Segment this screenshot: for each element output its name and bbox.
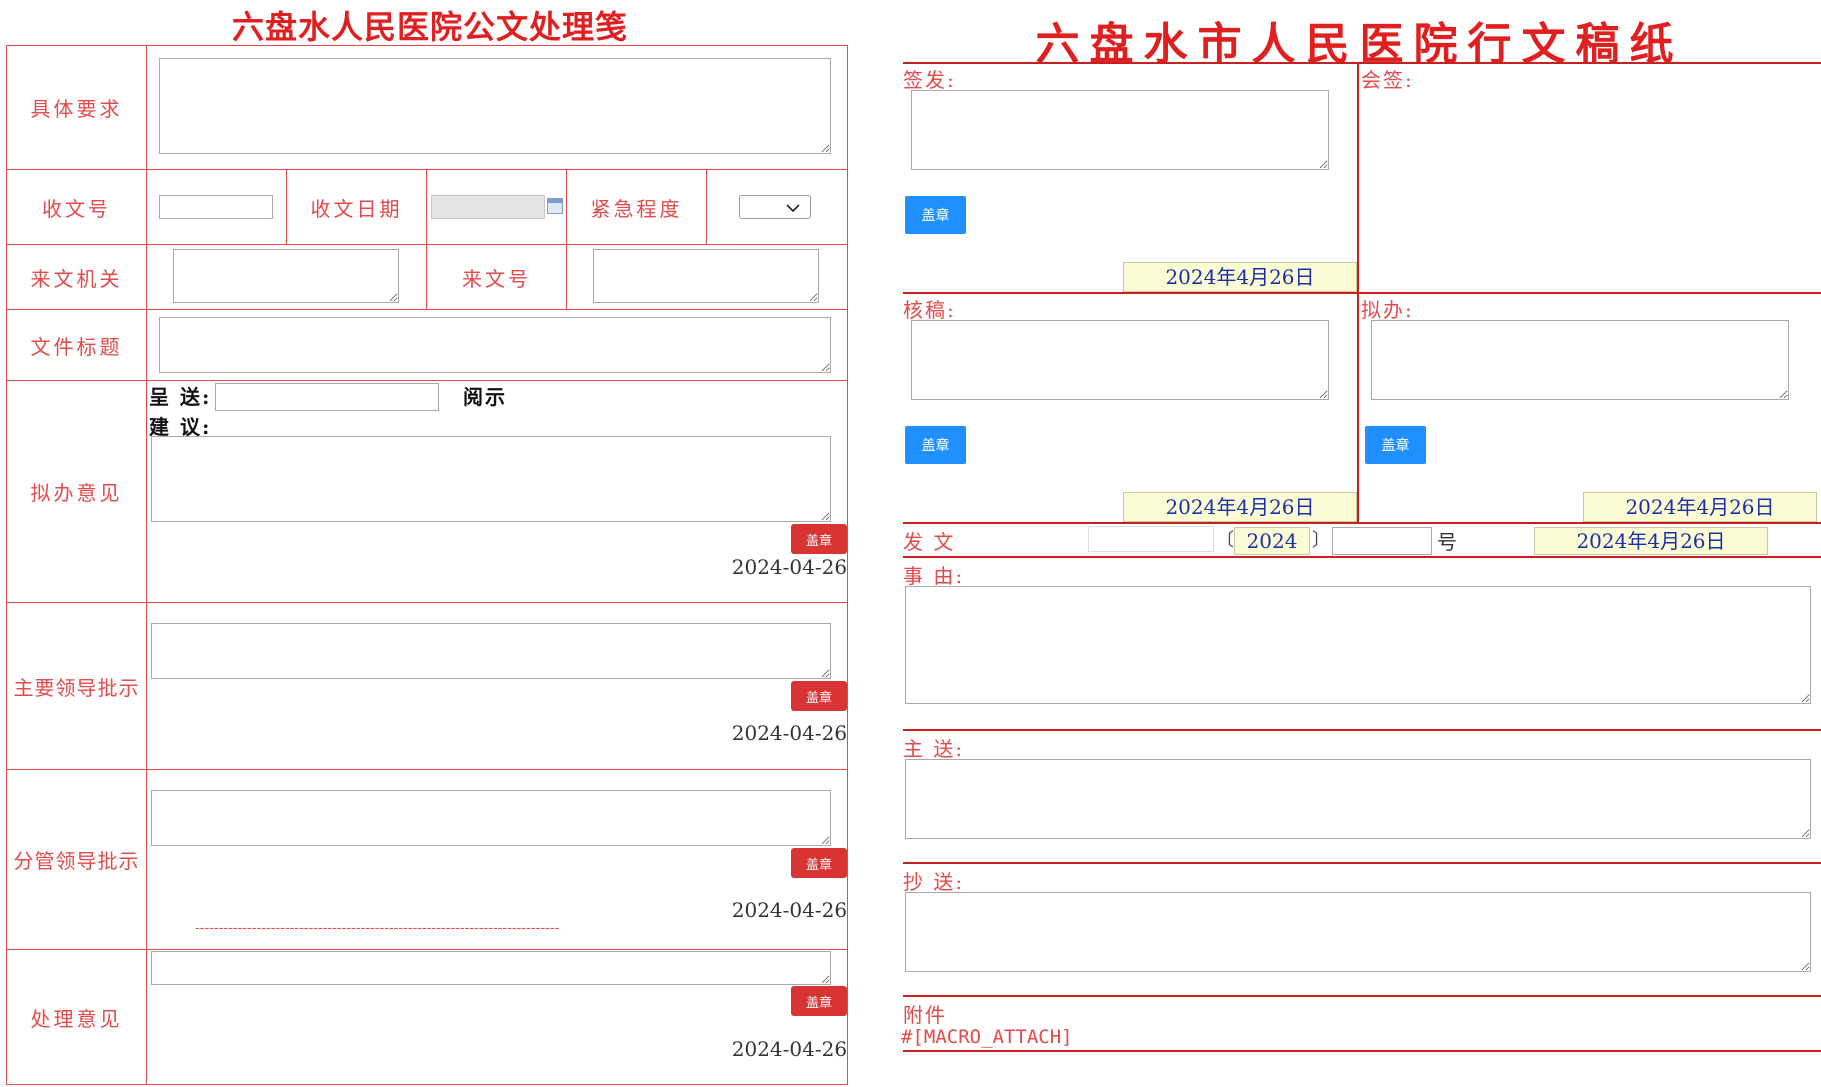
issue-number-input[interactable] (1332, 527, 1432, 555)
issue-prefix-input[interactable] (1088, 526, 1214, 552)
handling-date: 2024-04-26 (731, 1037, 848, 1061)
processing-table: 具体要求 收文号 收文日期 紧急程度 来文机关 来文号 文件标题 拟办意见 呈 … (6, 45, 849, 1085)
issue-year[interactable]: 2024 (1234, 527, 1310, 555)
stamp-button-branch-leader[interactable]: 盖章 (791, 848, 848, 878)
label-requirement: 具体要求 (6, 45, 147, 170)
stamp-button-review[interactable]: 盖章 (905, 426, 966, 464)
label-main-send: 主 送: (903, 737, 965, 761)
review-label: 阅示 (463, 385, 507, 409)
branch-leader-date: 2024-04-26 (731, 898, 848, 922)
rule-reason (903, 556, 1821, 558)
label-sign: 签发: (903, 68, 956, 92)
row-doc-title: 文件标题 (6, 309, 849, 381)
doc-no-textarea[interactable] (593, 249, 819, 303)
label-doc-no: 来文号 (426, 244, 567, 310)
proposal-date: 2024-04-26 (731, 555, 848, 579)
label-attach: 附件 (903, 1003, 947, 1027)
row-main-leader: 主要领导批示 盖章 2024-04-26 (6, 602, 849, 770)
draft-paper-form: 六盘水市人民医院行文稿纸 签发: 盖章 2024年4月26日 会签: 核稿: 盖… (898, 0, 1821, 1087)
main-leader-textarea[interactable] (151, 623, 831, 679)
draft-date[interactable]: 2024年4月26日 (1583, 492, 1817, 522)
draft-textarea[interactable] (1371, 320, 1789, 400)
stamp-button-handling[interactable]: 盖章 (791, 986, 848, 1016)
issue-date[interactable]: 2024年4月26日 (1534, 527, 1768, 555)
proposal-textarea[interactable] (151, 436, 831, 522)
requirement-textarea[interactable] (159, 58, 831, 154)
row-issuer: 来文机关 来文号 (6, 244, 849, 310)
submit-input[interactable] (215, 383, 439, 411)
label-receipt-no: 收文号 (6, 169, 147, 245)
main-send-textarea[interactable] (905, 759, 1811, 839)
label-urgency: 紧急程度 (566, 169, 707, 245)
row-branch-leader: 分管领导批示 盖章 2024-04-26 -------------------… (6, 769, 849, 950)
label-issuer: 来文机关 (6, 244, 147, 310)
submit-label: 呈 送: (149, 385, 212, 409)
sign-textarea[interactable] (911, 90, 1329, 170)
separator-dash-line: ----------------------------------------… (195, 920, 560, 936)
handling-textarea[interactable] (151, 951, 831, 985)
row-proposal: 拟办意见 呈 送: 阅示 建 议: 盖章 2024-04-26 (6, 380, 849, 603)
label-proposal: 拟办意见 (6, 380, 147, 603)
rule-issue (903, 522, 1821, 524)
receipt-date-input[interactable] (431, 195, 545, 219)
bracket-close: 〕 (1312, 530, 1330, 551)
urgency-select[interactable] (739, 195, 811, 219)
column-divider (1357, 62, 1359, 524)
row-receipt: 收文号 收文日期 紧急程度 (6, 169, 849, 245)
rule-bottom (903, 1050, 1821, 1052)
label-main-leader: 主要领导批示 (6, 602, 147, 770)
number-suffix: 号 (1437, 530, 1457, 554)
stamp-button-proposal[interactable]: 盖章 (791, 524, 848, 554)
receipt-no-input[interactable] (159, 195, 273, 219)
label-doc-title: 文件标题 (6, 309, 147, 381)
reason-textarea[interactable] (905, 586, 1811, 704)
stamp-button-main-leader[interactable]: 盖章 (791, 681, 848, 711)
label-countersign: 会签: (1361, 68, 1414, 92)
label-draft: 拟办: (1361, 298, 1414, 322)
rule-copy-send (903, 862, 1821, 864)
calendar-icon[interactable] (547, 198, 563, 214)
sign-date[interactable]: 2024年4月26日 (1123, 262, 1357, 292)
copy-send-textarea[interactable] (905, 892, 1811, 972)
label-review: 核稿: (903, 298, 956, 322)
chevron-down-icon (786, 204, 800, 213)
branch-leader-textarea[interactable] (151, 790, 831, 846)
review-textarea[interactable] (911, 320, 1329, 400)
bracket-open: 〔 (1216, 530, 1234, 551)
stamp-button-sign[interactable]: 盖章 (905, 196, 966, 234)
doc-title-textarea[interactable] (159, 317, 831, 373)
left-form-title: 六盘水人民医院公文处理笺 (231, 8, 628, 46)
rule-main-send (903, 729, 1821, 731)
label-branch-leader: 分管领导批示 (6, 769, 147, 950)
attach-macro: #[MACRO_ATTACH] (901, 1026, 1073, 1048)
stamp-button-draft[interactable]: 盖章 (1365, 426, 1426, 464)
label-handling: 处理意见 (6, 949, 147, 1085)
row-requirement: 具体要求 (6, 45, 849, 170)
review-date[interactable]: 2024年4月26日 (1123, 492, 1357, 522)
label-reason: 事 由: (903, 564, 965, 588)
main-leader-date: 2024-04-26 (731, 721, 848, 745)
label-issue: 发 文 (903, 530, 956, 554)
document-processing-form: 六盘水人民医院公文处理笺 具体要求 收文号 收文日期 紧急程度 来文机关 来文号… (0, 0, 860, 1087)
row-handling: 处理意见 盖章 2024-04-26 (6, 949, 849, 1085)
issuer-textarea[interactable] (173, 249, 399, 303)
label-receipt-date: 收文日期 (286, 169, 427, 245)
label-copy-send: 抄 送: (903, 870, 965, 894)
rule-attach (903, 995, 1821, 997)
